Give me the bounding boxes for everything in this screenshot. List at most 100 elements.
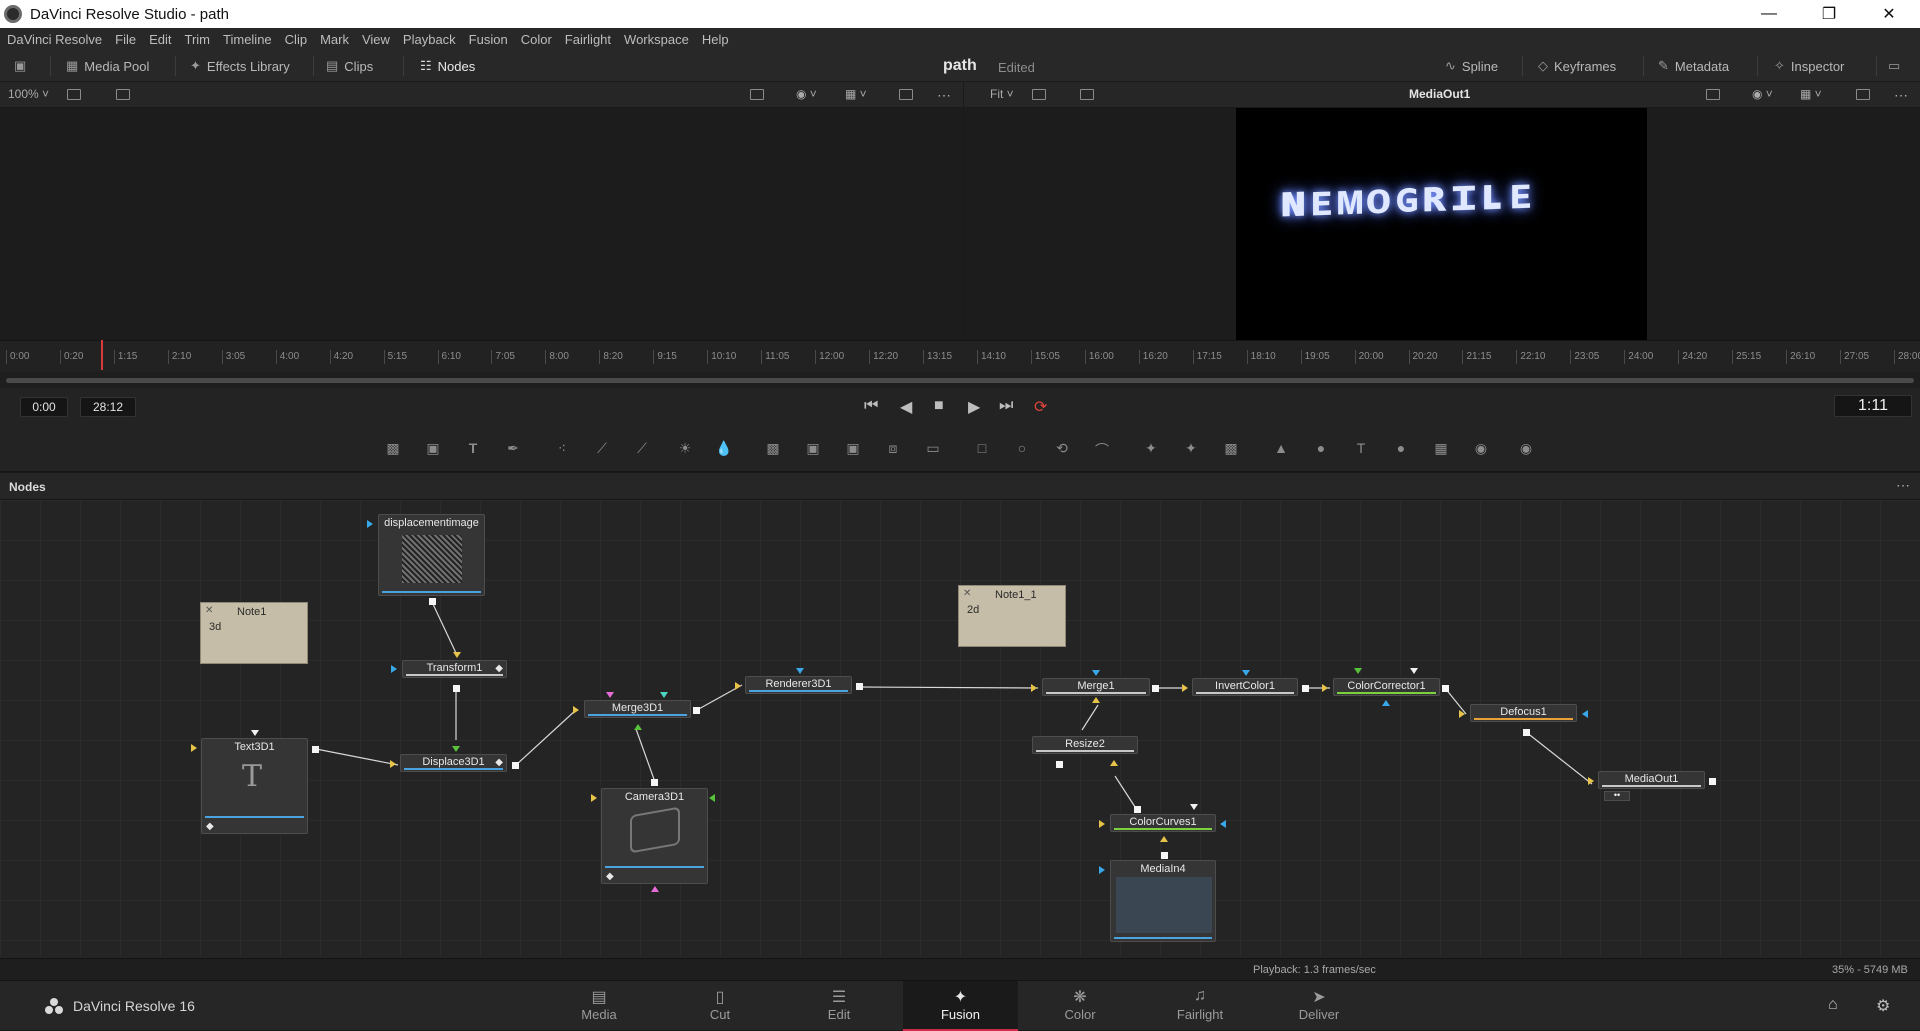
menu-clip[interactable]: Clip <box>285 32 307 47</box>
output-pin[interactable] <box>1152 685 1159 692</box>
output-pin[interactable] <box>1134 806 1141 813</box>
page-deliver[interactable]: ➤ Deliver <box>1264 981 1374 1031</box>
node-editor[interactable]: ✕ Note1 3d ✕ Note1_1 2d displacementimag… <box>0 500 1920 958</box>
matte-tool-icon[interactable]: ▣ <box>843 440 863 458</box>
play-icon[interactable]: ▶ <box>968 397 980 417</box>
output-pin[interactable] <box>1161 852 1168 859</box>
node-defocus[interactable]: Defocus1 <box>1470 704 1577 722</box>
input-arrow[interactable] <box>606 692 614 698</box>
input-arrow[interactable] <box>1031 684 1037 692</box>
loop-icon[interactable]: ⟳ <box>1034 397 1047 417</box>
menu-fusion[interactable]: Fusion <box>469 32 508 47</box>
inspector-button[interactable]: ✧ Inspector <box>1774 56 1844 76</box>
input-arrow[interactable] <box>709 794 715 802</box>
light-tool-icon[interactable]: ◉ <box>1516 440 1536 458</box>
merge3d-tool-icon[interactable]: ● <box>1311 440 1331 458</box>
input-arrow[interactable] <box>651 886 659 892</box>
input-arrow[interactable] <box>796 668 804 674</box>
bspline-mask-icon[interactable]: ⌒ <box>1092 440 1112 458</box>
ellipse-mask-icon[interactable]: ○ <box>1012 440 1032 458</box>
input-arrow[interactable] <box>1322 684 1328 692</box>
viewer-options-icon[interactable] <box>1080 89 1094 100</box>
menu-davinci-resolve[interactable]: DaVinci Resolve <box>7 32 102 47</box>
menu-edit[interactable]: Edit <box>149 32 171 47</box>
input-arrow[interactable] <box>1582 710 1588 718</box>
image-tool-icon[interactable]: ▣ <box>423 440 443 458</box>
metadata-button[interactable]: ✎ Metadata <box>1658 56 1729 76</box>
output-pin[interactable] <box>1523 729 1530 736</box>
output-pin[interactable] <box>856 683 863 690</box>
menu-fairlight[interactable]: Fairlight <box>565 32 611 47</box>
page-fairlight[interactable]: ♫ Fairlight <box>1145 981 1255 1031</box>
scrub-bar[interactable] <box>0 372 1920 388</box>
output-pin[interactable] <box>312 746 319 753</box>
input-arrow[interactable] <box>453 652 461 658</box>
aspect-icon[interactable] <box>899 89 913 100</box>
sticky-note[interactable]: ✕ Note1_1 2d <box>958 585 1066 647</box>
input-arrow[interactable] <box>1588 777 1594 785</box>
node-mediaout[interactable]: MediaOut1 <box>1598 771 1705 789</box>
polygon-mask-icon[interactable]: ⟲ <box>1052 440 1072 458</box>
output-pin[interactable] <box>1302 685 1309 692</box>
menu-workspace[interactable]: Workspace <box>624 32 689 47</box>
input-arrow[interactable] <box>1220 820 1226 828</box>
node-merge[interactable]: Merge1 <box>1042 678 1150 696</box>
input-arrow[interactable] <box>1410 668 1418 674</box>
roi-icon[interactable] <box>750 89 764 100</box>
node-colorcorrector[interactable]: ColorCorrector1 <box>1333 678 1440 696</box>
in-point-timecode[interactable]: 0:00 <box>20 397 68 417</box>
node-transform[interactable]: Transform1 ◆ <box>402 660 507 678</box>
output-pin[interactable] <box>453 685 460 692</box>
menu-mark[interactable]: Mark <box>320 32 349 47</box>
page-media[interactable]: ▤ Media <box>544 981 654 1031</box>
input-arrow[interactable] <box>1110 760 1118 766</box>
note-close-icon[interactable]: ✕ <box>963 588 971 599</box>
tracker-tool-icon[interactable]: ✦ <box>1141 440 1161 458</box>
color-corrector-tool-icon[interactable]: ⟋ <box>632 440 652 458</box>
node-invertcolor[interactable]: InvertColor1 <box>1192 678 1298 696</box>
input-arrow[interactable] <box>1182 684 1188 692</box>
node-resize[interactable]: Resize2 <box>1032 736 1138 754</box>
shape3d-tool-icon[interactable]: ▲ <box>1271 440 1291 458</box>
input-arrow[interactable] <box>634 724 642 730</box>
stop-icon[interactable]: ■ <box>934 397 944 415</box>
input-arrow[interactable] <box>1242 670 1250 676</box>
more-options-icon[interactable]: ⋯ <box>937 87 951 104</box>
nodes-options-icon[interactable]: ⋯ <box>1896 477 1910 494</box>
page-edit[interactable]: ☰ Edit <box>784 981 894 1031</box>
node-renderer3d[interactable]: Renderer3D1 <box>745 676 852 694</box>
text-tool-icon[interactable]: T <box>463 440 483 458</box>
merge-tool-icon[interactable]: ▣ <box>803 440 823 458</box>
input-arrow[interactable] <box>735 682 741 690</box>
minimize-icon[interactable]: — <box>1746 0 1792 28</box>
node-displace3d[interactable]: Displace3D1 ◆ <box>400 754 507 772</box>
page-color[interactable]: ❋ Color <box>1025 981 1135 1031</box>
restore-icon[interactable]: ❐ <box>1806 0 1852 28</box>
imageplane3d-tool-icon[interactable]: ▦ <box>1431 440 1451 458</box>
left-zoom-dropdown[interactable]: 100% ˅ <box>8 87 49 101</box>
text3d-tool-icon[interactable]: T <box>1351 440 1371 458</box>
grid-icon[interactable]: ▦ ˅ <box>845 87 867 101</box>
transform-tool-icon[interactable]: ▭ <box>923 440 943 458</box>
clips-button[interactable]: ▤ Clips <box>326 56 373 76</box>
menu-color[interactable]: Color <box>521 32 552 47</box>
input-arrow[interactable] <box>1099 866 1105 874</box>
menu-trim[interactable]: Trim <box>185 32 211 47</box>
step-back-icon[interactable]: ◀ <box>900 397 912 417</box>
go-to-start-icon[interactable]: ⏮ <box>864 397 878 415</box>
menu-file[interactable]: File <box>115 32 136 47</box>
output-pin[interactable] <box>1442 685 1449 692</box>
fullscreen-button[interactable]: ▭ <box>1888 56 1906 76</box>
output-pin[interactable] <box>1056 761 1063 768</box>
input-arrow[interactable] <box>367 520 373 528</box>
layout-icon[interactable] <box>1032 89 1046 100</box>
page-fusion[interactable]: ✦ Fusion <box>903 981 1018 1031</box>
paint-tool-icon[interactable]: ✒ <box>503 440 523 458</box>
panel-toggle-button[interactable]: ▣ <box>14 56 32 76</box>
menu-help[interactable]: Help <box>702 32 729 47</box>
input-arrow[interactable] <box>251 730 259 736</box>
nodes-button[interactable]: ☷ Nodes <box>420 56 475 76</box>
note-close-icon[interactable]: ✕ <box>205 605 213 616</box>
input-arrow[interactable] <box>1459 710 1465 718</box>
node-displacementimage[interactable]: displacementimage <box>378 514 485 596</box>
